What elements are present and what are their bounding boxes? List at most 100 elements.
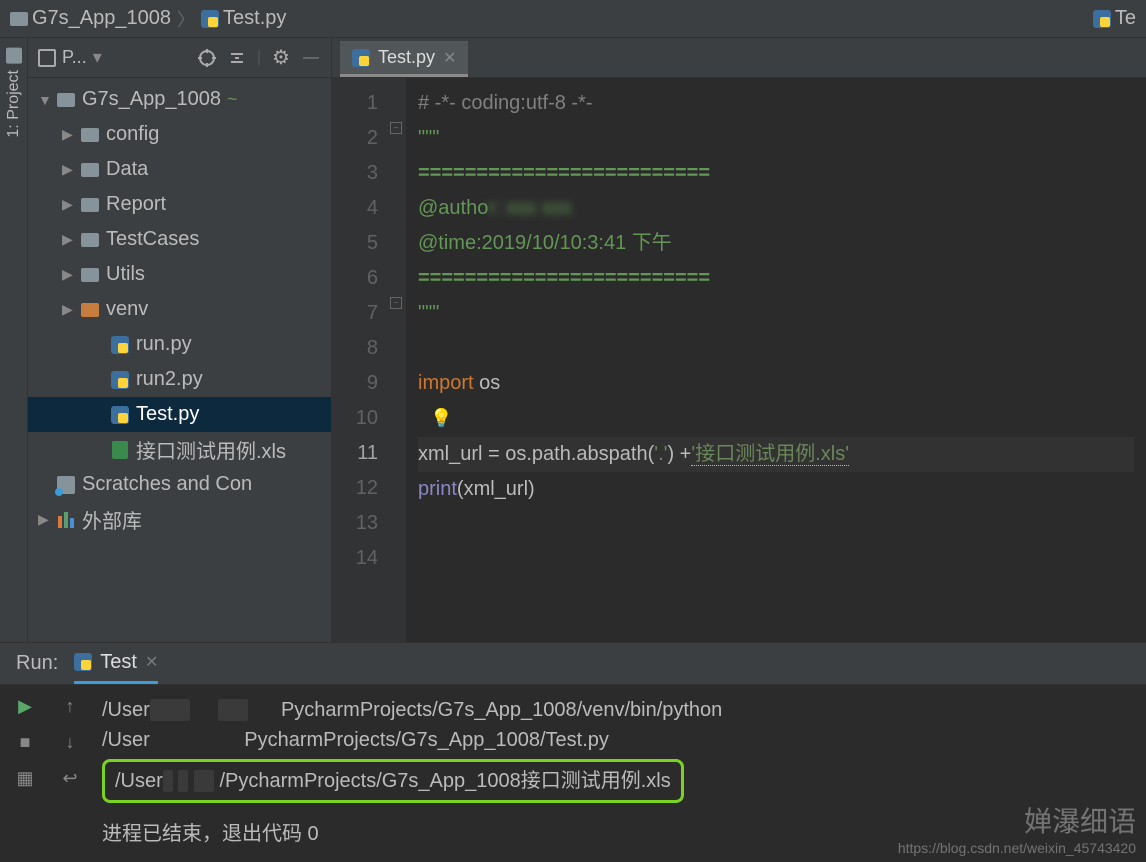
line-number[interactable]: 9 [332, 366, 378, 401]
stop-button[interactable]: ■ [14, 731, 36, 753]
project-tool-tab[interactable]: 1: Project [5, 48, 23, 138]
line-number[interactable]: 11 [332, 436, 378, 471]
venv-folder-icon [80, 301, 100, 319]
expand-arrow-icon[interactable]: ▶ [62, 161, 74, 178]
project-tree[interactable]: ▼G7s_App_1008~▶config▶Data▶Report▶TestCa… [28, 78, 331, 642]
tree-item--[interactable]: ▶外部库 [28, 502, 331, 537]
expand-arrow-icon[interactable]: ▶ [62, 301, 74, 318]
tree-item-testcases[interactable]: ▶TestCases [28, 222, 331, 257]
rerun-button[interactable]: ▶ [14, 695, 36, 717]
tree-item-report[interactable]: ▶ Report [28, 187, 331, 222]
tree-item-label: Data [106, 158, 148, 181]
code-line[interactable]: xml_url = os.path.abspath('.') +'接口测试用例.… [418, 437, 1134, 472]
fold-column[interactable]: − − [388, 78, 406, 642]
watermark-title: 婵瀑细语 [898, 800, 1136, 840]
tree-item-label: Scratches and Con [82, 473, 252, 496]
code-line[interactable]: ========================= [418, 261, 1134, 296]
expand-arrow-icon[interactable]: ▶ [62, 126, 74, 143]
tree-item-label: Report [106, 193, 166, 216]
hide-button[interactable]: — [301, 48, 321, 68]
code-token: """ [418, 302, 439, 324]
code-editor[interactable]: # -*- coding:utf-8 -*-"""===============… [406, 78, 1146, 642]
expand-arrow-icon[interactable]: ▶ [62, 231, 74, 248]
tree-item-scratches-and-con[interactable]: Scratches and Con [28, 467, 331, 502]
code-token: import [418, 372, 479, 394]
highlighted-output: /Userx x xx /PycharmProjects/G7s_App_100… [102, 759, 684, 803]
code-token: (xml_url) [457, 478, 535, 500]
line-number[interactable]: 8 [332, 331, 378, 366]
code-line[interactable]: import os [418, 366, 1134, 401]
editor-tabs: Test.py ✕ [332, 38, 1146, 78]
collapse-button[interactable] [227, 48, 247, 68]
line-number[interactable]: 10 [332, 401, 378, 436]
code-line[interactable] [418, 331, 1134, 366]
code-token: ========================= [418, 267, 710, 289]
run-toolbar: ▶ ■ ▦ [0, 685, 50, 862]
locate-button[interactable] [197, 48, 217, 68]
line-number[interactable]: 6 [332, 261, 378, 296]
run-config-tab[interactable]: Test ✕ [74, 643, 158, 684]
panel-mode-icon [38, 49, 56, 67]
main-area: 1: Project P... ▾ | ⚙ — ▼G7s_App_1008~▶c… [0, 38, 1146, 642]
line-number[interactable]: 3 [332, 156, 378, 191]
tree-item-data[interactable]: ▶ Data [28, 152, 331, 187]
run-config-dropdown[interactable]: Te [1093, 7, 1136, 30]
editor-body[interactable]: 1234567891011121314 − − # -*- coding:utf… [332, 78, 1146, 642]
watermark-url: https://blog.csdn.net/weixin_45743420 [898, 840, 1136, 856]
line-number[interactable]: 7 [332, 296, 378, 331]
tree-item--xls[interactable]: 接口测试用例.xls [28, 432, 331, 467]
expand-arrow-icon[interactable]: ▼ [38, 92, 50, 108]
editor-area: Test.py ✕ 1234567891011121314 − − # -*- … [332, 38, 1146, 642]
code-line[interactable]: """ [418, 296, 1134, 331]
console-line: /User PycharmProjects/G7s_App_1008/Test.… [102, 725, 1134, 755]
fold-marker-icon[interactable]: − [390, 122, 402, 134]
line-number[interactable]: 14 [332, 541, 378, 576]
code-line[interactable]: ========================= [418, 156, 1134, 191]
run-config-label: Te [1115, 7, 1136, 30]
fold-marker-icon[interactable]: − [390, 297, 402, 309]
tree-item-run-py[interactable]: run.py [28, 327, 331, 362]
code-line[interactable]: 💡 [418, 401, 1134, 436]
python-icon [201, 10, 219, 28]
code-token [418, 548, 424, 570]
expand-arrow-icon[interactable]: ▶ [38, 511, 50, 528]
intention-bulb-icon[interactable]: 💡 [430, 408, 452, 428]
line-gutter[interactable]: 1234567891011121314 [332, 78, 388, 642]
close-icon[interactable]: ✕ [443, 48, 456, 68]
line-number[interactable]: 13 [332, 506, 378, 541]
code-line[interactable] [418, 542, 1134, 577]
tree-item-config[interactable]: ▶config [28, 117, 331, 152]
breadcrumb-file[interactable]: Test.py [201, 7, 286, 30]
code-line[interactable] [418, 507, 1134, 542]
tree-item-label: run.py [136, 333, 192, 356]
soft-wrap-button[interactable]: ↩ [59, 767, 81, 789]
code-line[interactable]: @time:2019/10/10:3:41 下午 [418, 226, 1134, 261]
run-panel-header: Run: Test ✕ [0, 643, 1146, 685]
tree-item-run2-py[interactable]: run2.py [28, 362, 331, 397]
code-line[interactable]: @author: xxx xxx [418, 191, 1134, 226]
project-panel-title[interactable]: P... ▾ [38, 47, 187, 68]
up-button[interactable]: ↑ [59, 695, 81, 717]
code-token: @autho [418, 197, 488, 219]
editor-tab-test[interactable]: Test.py ✕ [340, 41, 468, 77]
line-number[interactable]: 1 [332, 86, 378, 121]
down-button[interactable]: ↓ [59, 731, 81, 753]
code-line[interactable]: # -*- coding:utf-8 -*- [418, 86, 1134, 121]
line-number[interactable]: 5 [332, 226, 378, 261]
tree-item-g7s-app-1008[interactable]: ▼G7s_App_1008~ [28, 82, 331, 117]
code-line[interactable]: print(xml_url) [418, 472, 1134, 507]
expand-arrow-icon[interactable]: ▶ [62, 196, 74, 213]
close-icon[interactable]: ✕ [145, 652, 158, 672]
layout-button[interactable]: ▦ [14, 767, 36, 789]
breadcrumb-project[interactable]: G7s_App_1008 [10, 7, 171, 30]
expand-arrow-icon[interactable]: ▶ [62, 266, 74, 283]
tree-item-test-py[interactable]: Test.py [28, 397, 331, 432]
tree-item-utils[interactable]: ▶Utils [28, 257, 331, 292]
line-number[interactable]: 2 [332, 121, 378, 156]
project-panel-header: P... ▾ | ⚙ — [28, 38, 331, 78]
tree-item-venv[interactable]: ▶venv [28, 292, 331, 327]
line-number[interactable]: 4 [332, 191, 378, 226]
line-number[interactable]: 12 [332, 471, 378, 506]
code-line[interactable]: """ [418, 121, 1134, 156]
settings-button[interactable]: ⚙ [271, 48, 291, 68]
